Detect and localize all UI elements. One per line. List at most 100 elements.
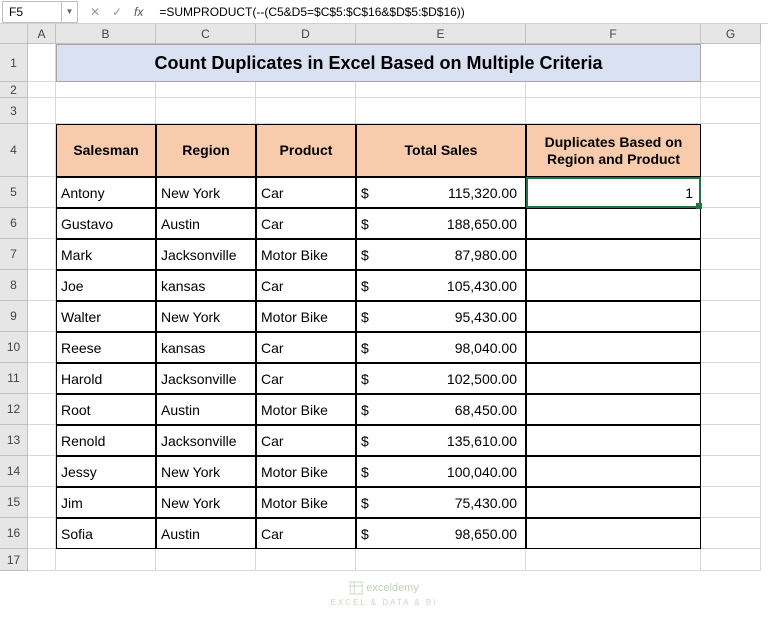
select-all-corner[interactable] — [0, 24, 28, 44]
col-header-C[interactable]: C — [156, 24, 256, 44]
cell-G3[interactable] — [701, 98, 761, 124]
cell-E14[interactable]: $100,040.00 — [356, 456, 526, 487]
cell-C8[interactable]: kansas — [156, 270, 256, 301]
cell-G17[interactable] — [701, 549, 761, 571]
name-box-dropdown[interactable]: ▼ — [62, 1, 78, 23]
cell-F8[interactable] — [526, 270, 701, 301]
cell-G2[interactable] — [701, 82, 761, 98]
cell-A11[interactable] — [28, 363, 56, 394]
cell-A17[interactable] — [28, 549, 56, 571]
cell-F10[interactable] — [526, 332, 701, 363]
cell-F5[interactable]: 1 — [526, 177, 701, 208]
cell-E3[interactable] — [356, 98, 526, 124]
cell-G9[interactable] — [701, 301, 761, 332]
cell-D11[interactable]: Car — [256, 363, 356, 394]
cell-B10[interactable]: Reese — [56, 332, 156, 363]
cell-G11[interactable] — [701, 363, 761, 394]
cell-G13[interactable] — [701, 425, 761, 456]
row-header-11[interactable]: 11 — [0, 363, 28, 394]
enter-icon[interactable]: ✓ — [108, 3, 126, 21]
cell-G12[interactable] — [701, 394, 761, 425]
cell-E9[interactable]: $95,430.00 — [356, 301, 526, 332]
cell-F14[interactable] — [526, 456, 701, 487]
cell-F13[interactable] — [526, 425, 701, 456]
cell-A13[interactable] — [28, 425, 56, 456]
row-header-3[interactable]: 3 — [0, 98, 28, 124]
cell-G4[interactable] — [701, 124, 761, 177]
cell-E11[interactable]: $102,500.00 — [356, 363, 526, 394]
col-header-A[interactable]: A — [28, 24, 56, 44]
cell-A7[interactable] — [28, 239, 56, 270]
cell-D13[interactable]: Car — [256, 425, 356, 456]
cell-A9[interactable] — [28, 301, 56, 332]
cell-B9[interactable]: Walter — [56, 301, 156, 332]
cell-C12[interactable]: Austin — [156, 394, 256, 425]
cell-D15[interactable]: Motor Bike — [256, 487, 356, 518]
row-header-9[interactable]: 9 — [0, 301, 28, 332]
cell-E12[interactable]: $68,450.00 — [356, 394, 526, 425]
cell-B6[interactable]: Gustavo — [56, 208, 156, 239]
cell-D10[interactable]: Car — [256, 332, 356, 363]
cell-C7[interactable]: Jacksonville — [156, 239, 256, 270]
cell-B8[interactable]: Joe — [56, 270, 156, 301]
formula-bar-input[interactable]: =SUMPRODUCT(--(C5&D5=$C$5:$C$16&$D$5:$D$… — [155, 1, 768, 23]
cell-A16[interactable] — [28, 518, 56, 549]
cell-D7[interactable]: Motor Bike — [256, 239, 356, 270]
row-header-15[interactable]: 15 — [0, 487, 28, 518]
cell-A10[interactable] — [28, 332, 56, 363]
cell-E5[interactable]: $115,320.00 — [356, 177, 526, 208]
cell-F2[interactable] — [526, 82, 701, 98]
col-header-B[interactable]: B — [56, 24, 156, 44]
cell-F6[interactable] — [526, 208, 701, 239]
cell-F3[interactable] — [526, 98, 701, 124]
cell-B5[interactable]: Antony — [56, 177, 156, 208]
cell-E10[interactable]: $98,040.00 — [356, 332, 526, 363]
cell-D6[interactable]: Car — [256, 208, 356, 239]
cell-B16[interactable]: Sofia — [56, 518, 156, 549]
row-header-5[interactable]: 5 — [0, 177, 28, 208]
cancel-icon[interactable]: ✕ — [86, 3, 104, 21]
cell-B7[interactable]: Mark — [56, 239, 156, 270]
cell-C13[interactable]: Jacksonville — [156, 425, 256, 456]
cell-C11[interactable]: Jacksonville — [156, 363, 256, 394]
cell-G6[interactable] — [701, 208, 761, 239]
cell-D2[interactable] — [256, 82, 356, 98]
cell-A1[interactable] — [28, 44, 56, 82]
cell-E15[interactable]: $75,430.00 — [356, 487, 526, 518]
cell-C14[interactable]: New York — [156, 456, 256, 487]
cell-A6[interactable] — [28, 208, 56, 239]
cell-G10[interactable] — [701, 332, 761, 363]
cell-B14[interactable]: Jessy — [56, 456, 156, 487]
row-header-10[interactable]: 10 — [0, 332, 28, 363]
row-header-4[interactable]: 4 — [0, 124, 28, 177]
fx-icon[interactable]: fx — [134, 5, 143, 19]
cell-F7[interactable] — [526, 239, 701, 270]
cell-C3[interactable] — [156, 98, 256, 124]
row-header-1[interactable]: 1 — [0, 44, 28, 82]
cell-F16[interactable] — [526, 518, 701, 549]
col-header-D[interactable]: D — [256, 24, 356, 44]
cell-E2[interactable] — [356, 82, 526, 98]
row-header-8[interactable]: 8 — [0, 270, 28, 301]
cell-C16[interactable]: Austin — [156, 518, 256, 549]
cell-C6[interactable]: Austin — [156, 208, 256, 239]
row-header-12[interactable]: 12 — [0, 394, 28, 425]
row-header-2[interactable]: 2 — [0, 82, 28, 98]
cell-A3[interactable] — [28, 98, 56, 124]
cell-E16[interactable]: $98,650.00 — [356, 518, 526, 549]
cell-C2[interactable] — [156, 82, 256, 98]
cell-A12[interactable] — [28, 394, 56, 425]
cell-F17[interactable] — [526, 549, 701, 571]
cell-G16[interactable] — [701, 518, 761, 549]
cell-E13[interactable]: $135,610.00 — [356, 425, 526, 456]
cell-D12[interactable]: Motor Bike — [256, 394, 356, 425]
cell-D3[interactable] — [256, 98, 356, 124]
col-header-G[interactable]: G — [701, 24, 761, 44]
cell-E6[interactable]: $188,650.00 — [356, 208, 526, 239]
cell-F12[interactable] — [526, 394, 701, 425]
cell-G15[interactable] — [701, 487, 761, 518]
cell-G5[interactable] — [701, 177, 761, 208]
cell-G1[interactable] — [701, 44, 761, 82]
cell-B3[interactable] — [56, 98, 156, 124]
cell-G14[interactable] — [701, 456, 761, 487]
